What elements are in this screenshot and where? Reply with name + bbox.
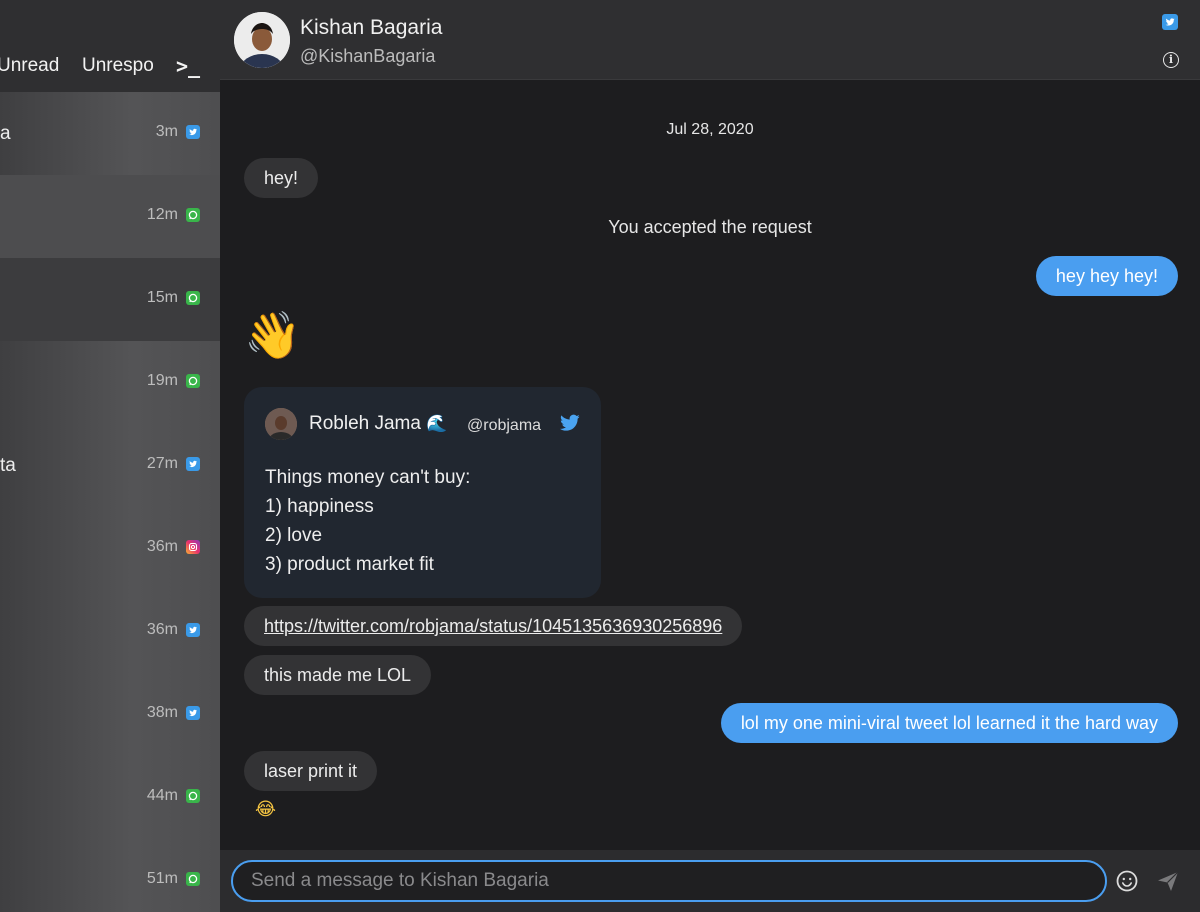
message-bubble-incoming[interactable]: this made me LOL [244,655,432,695]
tweet-author-handle: @robjama [467,417,542,434]
thread-name: a [0,123,11,144]
thread-time: 12m [146,206,178,223]
tweet-line: 1) happiness [265,496,374,517]
thread-time: 27m [146,455,178,472]
instagram-icon [186,540,200,554]
thread-time: 38m [146,704,178,721]
thread-time: 51m [146,870,178,887]
twitter-icon [186,457,200,471]
thread-item[interactable]: 12m [0,175,220,258]
tab-unresponded[interactable]: Unrespo [82,55,154,77]
whatsapp-icon [186,291,200,305]
date-separator: Jul 28, 2020 [666,121,754,138]
thread-item[interactable]: 51m [0,839,220,912]
message-list: Jul 28, 2020 hey! You accepted the reque… [220,80,1200,850]
tweet-embed-card[interactable]: Robleh Jama 🌊 @robjama Things money can'… [244,387,601,598]
message-bubble-incoming[interactable]: laser print it [244,751,378,791]
thread-item[interactable]: 38m [0,673,220,756]
thread-time: 44m [146,787,178,804]
tab-unread[interactable]: Unread [0,55,59,77]
thread-item[interactable]: 44m [0,756,220,839]
tweet-author-name: Robleh Jama 🌊 [309,413,447,435]
twitter-icon [186,125,200,139]
tweet-text: Things money can't buy: 1) happiness 2) … [265,463,470,579]
thread-time: 36m [146,621,178,638]
conversation-handle: @KishanBagaria [300,46,436,66]
twitter-icon [186,706,200,720]
message-link-bubble[interactable]: https://twitter.com/robjama/status/10451… [244,606,743,646]
avatar[interactable] [234,12,290,68]
system-message: You accepted the request [608,217,812,237]
waving-hand-emoji[interactable]: 👋 [244,308,301,362]
tweet-author-avatar [265,408,297,440]
whatsapp-icon [186,789,200,803]
message-bubble-outgoing[interactable]: lol my one mini-viral tweet lol learned … [720,703,1178,743]
whatsapp-icon [186,208,200,222]
whatsapp-icon [186,872,200,886]
conversation-header: Kishan Bagaria @KishanBagaria i [220,0,1200,80]
emoji-picker-icon[interactable] [1116,870,1138,892]
whatsapp-icon [186,374,200,388]
thread-time: 19m [146,372,178,389]
thread-time: 3m [155,123,178,140]
tweet-line: Things money can't buy: [265,467,471,488]
water-wave-emoji: 🌊 [426,414,448,434]
message-bubble-outgoing[interactable]: hey hey hey! [1035,256,1178,296]
message-input[interactable] [231,860,1107,902]
thread-item[interactable]: 36m [0,507,220,590]
thread-item[interactable]: 36m [0,590,220,673]
message-bubble-incoming[interactable]: hey! [244,158,319,198]
info-icon[interactable]: i [1163,52,1179,68]
thread-list-sidebar: Unread Unrespo >_ a 3m 12m 15m 19m ta 27… [0,0,220,912]
conversation-title: Kishan Bagaria [300,16,443,39]
thread-item[interactable]: 15m [0,258,220,341]
twitter-icon [186,623,200,637]
send-icon[interactable] [1156,869,1180,893]
thread-item[interactable]: 19m [0,341,220,424]
thread-item[interactable]: a 3m [0,92,220,175]
thread-item[interactable]: ta 27m [0,424,220,507]
tweet-author-name-text: Robleh Jama [309,413,421,434]
thread-time: 36m [146,538,178,555]
thread-time: 15m [146,289,178,306]
message-composer [220,850,1200,912]
twitter-icon [1162,14,1178,30]
joy-reaction-emoji[interactable]: 😂 [255,799,276,820]
filter-tabs: Unread Unrespo >_ [0,0,220,92]
thread-name: ta [0,455,16,476]
terminal-icon[interactable]: >_ [176,54,200,78]
tweet-line: 3) product market fit [265,554,434,575]
tweet-line: 2) love [265,525,323,546]
twitter-bird-icon [560,414,580,432]
